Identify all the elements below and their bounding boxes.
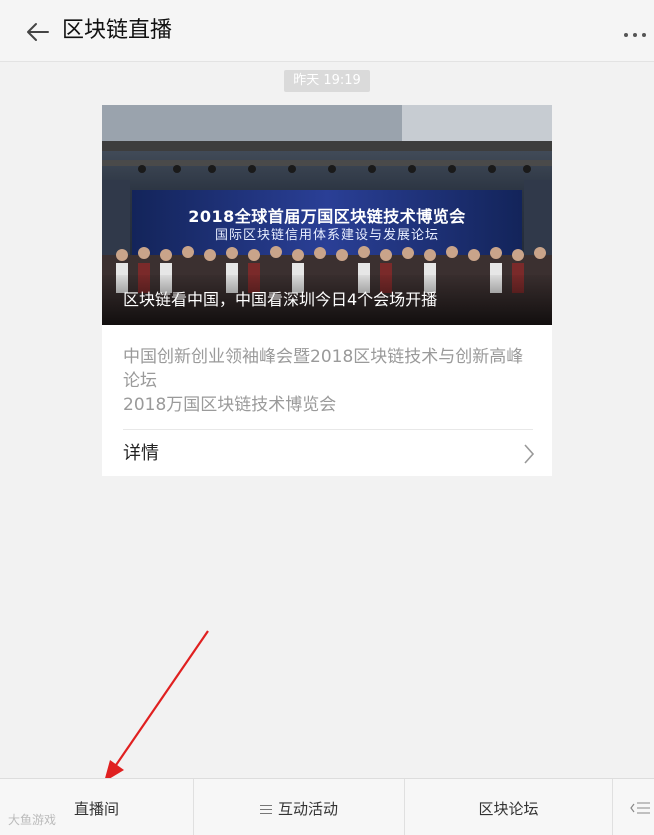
- chat-header: 区块链直播: [0, 0, 654, 62]
- keyboard-toggle-icon: [630, 802, 650, 814]
- watermark: 大鱼游戏: [8, 813, 57, 827]
- more-options-button[interactable]: [618, 22, 652, 46]
- menu-item-label: 直播间: [73, 800, 119, 818]
- menu-item-forum[interactable]: 区块论坛: [405, 779, 613, 835]
- cover-image[interactable]: 2018全球首届万国区块链技术博览会 国际区块链信用体系建设与发展论坛 区块链看…: [102, 105, 552, 325]
- details-label: 详情: [123, 443, 159, 464]
- back-arrow-icon: [27, 23, 49, 41]
- page-title: 区块链直播: [62, 18, 173, 43]
- menu-lines-icon: [259, 804, 272, 814]
- keyboard-toggle-button[interactable]: [613, 779, 654, 835]
- message-timestamp: 昨天 19:19: [284, 70, 370, 92]
- summary-line: 中国创新创业领袖峰会暨2018区块链技术与创新高峰论坛: [123, 347, 524, 391]
- card-summary: 中国创新创业领袖峰会暨2018区块链技术与创新高峰论坛 2018万国区块链技术博…: [123, 345, 535, 417]
- dot-icon: [633, 33, 637, 37]
- summary-line: 2018万国区块链技术博览会: [123, 395, 337, 415]
- card-title: 区块链看中国，中国看深圳今日4个会场开播: [123, 290, 438, 309]
- details-link[interactable]: 详情: [102, 431, 552, 476]
- menu-item-label: 区块论坛: [478, 800, 539, 818]
- bottom-menu: 直播间 互动活动 区块论坛: [0, 778, 654, 835]
- chevron-right-icon: [524, 444, 535, 464]
- divider: [123, 429, 533, 430]
- article-card[interactable]: 2018全球首届万国区块链技术博览会 国际区块链信用体系建设与发展论坛 区块链看…: [102, 105, 552, 476]
- stage-banner-subtitle: 国际区块链信用体系建设与发展论坛: [214, 228, 439, 243]
- menu-item-label: 互动活动: [277, 800, 338, 818]
- back-button[interactable]: [22, 16, 54, 48]
- menu-item-interactive[interactable]: 互动活动: [194, 779, 405, 835]
- dot-icon: [642, 33, 646, 37]
- chat-window: ⊼ – □ 区块链直播 昨天 19:19: [0, 0, 654, 835]
- dot-icon: [624, 33, 628, 37]
